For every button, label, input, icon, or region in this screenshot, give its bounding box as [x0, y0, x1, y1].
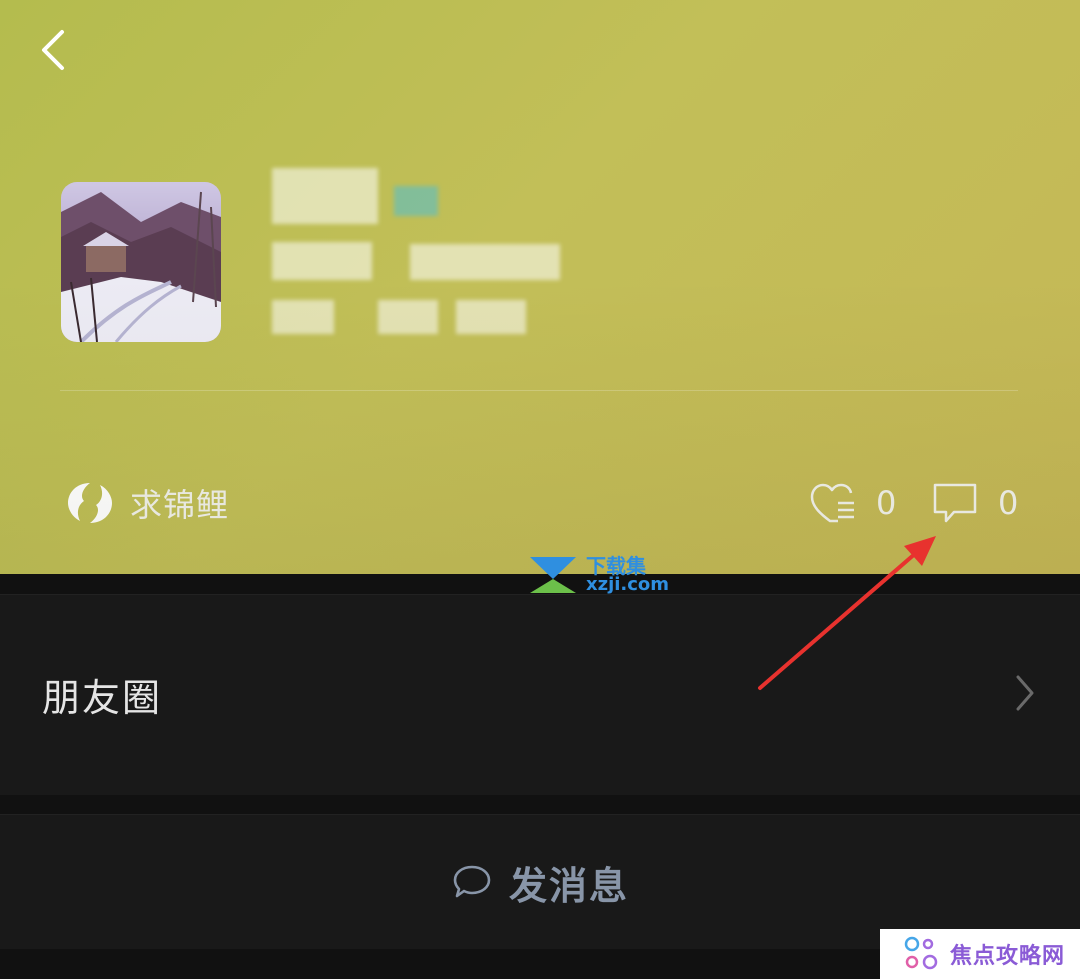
site-watermark: 下载集 xzji.com: [526, 553, 669, 597]
dots-logo-icon: [904, 936, 938, 970]
corner-watermark: 焦点攻略网: [880, 929, 1080, 979]
comments-button[interactable]: 0: [930, 478, 1018, 528]
corner-watermark-text: 焦点攻略网: [950, 944, 1066, 969]
status-button[interactable]: 求锦鲤: [64, 478, 229, 528]
heart-list-icon: [810, 483, 854, 523]
back-button[interactable]: [30, 22, 80, 78]
header-divider: [60, 390, 1018, 391]
likes-button[interactable]: 0: [808, 478, 896, 528]
send-message-label: 发消息: [508, 863, 629, 908]
profile-header: 求锦鲤 0 0: [0, 0, 1080, 574]
comment-bubble-icon: [933, 483, 977, 523]
koi-fish-icon: [68, 483, 112, 523]
avatar[interactable]: [61, 182, 221, 342]
likes-count: 0: [876, 484, 897, 522]
watermark-en: xzji.com: [586, 574, 670, 595]
status-label: 求锦鲤: [130, 486, 230, 524]
chat-bubble-icon: [453, 865, 491, 898]
comments-count: 0: [998, 484, 1019, 522]
moments-label: 朋友圈: [42, 676, 163, 720]
download-logo-icon: [530, 557, 576, 593]
moments-row[interactable]: 朋友圈: [0, 594, 1080, 795]
watermark-cn: 下载集: [586, 554, 646, 578]
chevron-right-icon: [1016, 675, 1034, 711]
avatar-image: [61, 182, 221, 342]
chevron-left-icon: [42, 30, 64, 70]
